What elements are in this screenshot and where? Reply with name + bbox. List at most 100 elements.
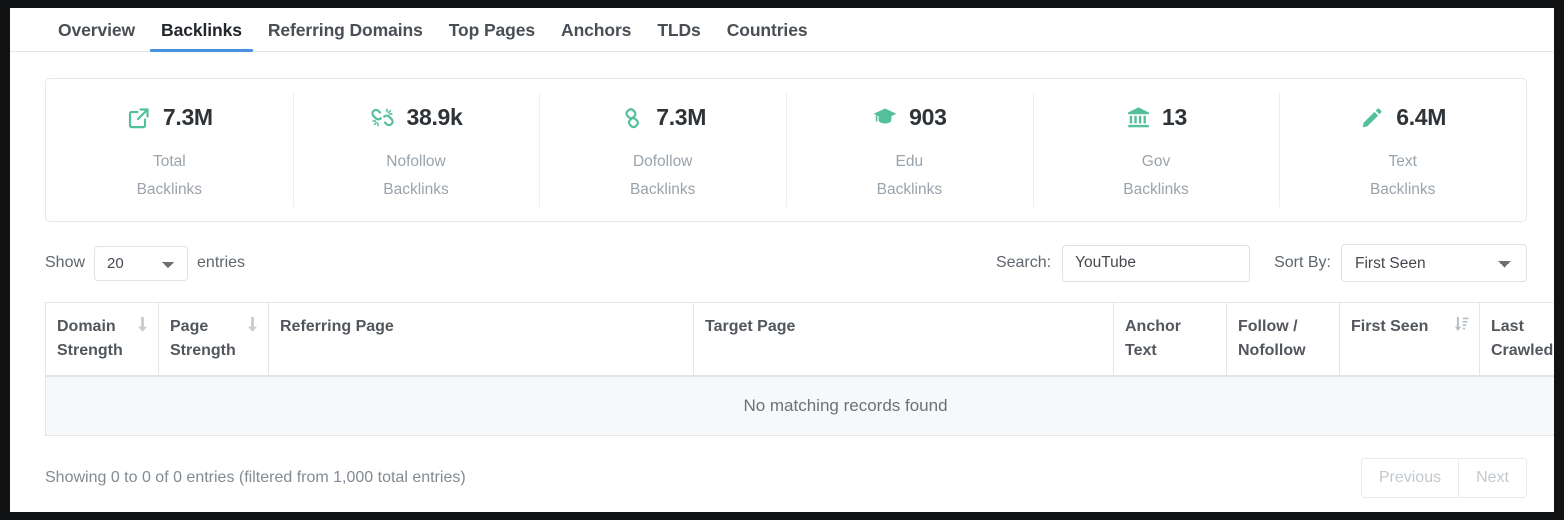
stat-value: 7.3M xyxy=(163,104,213,131)
tab-label: Backlinks xyxy=(161,20,242,40)
header-line2: Crawled xyxy=(1491,342,1553,359)
graduation-cap-icon xyxy=(872,105,898,131)
show-entries-group: Show 20 entries xyxy=(45,246,245,281)
tab-anchors[interactable]: Anchors xyxy=(548,12,644,52)
stat-top: 6.4M xyxy=(1359,101,1446,135)
tab-tlds[interactable]: TLDs xyxy=(644,12,713,52)
stat-top: 903 xyxy=(872,101,946,135)
table-controls: Show 20 entries Search: Sort By: First S… xyxy=(45,243,1527,283)
tab-label: Anchors xyxy=(561,20,631,40)
column-header-referring-page[interactable]: Referring Page xyxy=(269,303,694,377)
stat-value: 903 xyxy=(909,104,946,131)
stat-text-backlinks: 6.4M Text Backlinks xyxy=(1279,79,1526,221)
stat-top: 13 xyxy=(1125,101,1187,135)
header-line1: Page xyxy=(170,318,208,335)
column-header-domain-strength[interactable]: Domain Strength xyxy=(46,303,159,377)
table-empty-row: No matching records found xyxy=(46,376,1555,436)
report-tabs: Overview Backlinks Referring Domains Top… xyxy=(10,8,1554,52)
bank-icon xyxy=(1125,105,1151,131)
tab-label: Countries xyxy=(727,20,808,40)
stat-label: Dofollow Backlinks xyxy=(630,148,695,204)
sort-descending-icon[interactable] xyxy=(1454,317,1469,332)
header-line1: Target Page xyxy=(705,315,795,339)
column-header-target-page[interactable]: Target Page xyxy=(694,303,1114,377)
stat-label-line1: Nofollow xyxy=(386,153,445,170)
header-line1: Anchor xyxy=(1125,318,1181,335)
show-entries-select[interactable]: 20 xyxy=(94,246,188,281)
stat-label-line2: Backlinks xyxy=(1370,181,1435,198)
header-line1: First Seen xyxy=(1351,315,1428,339)
column-header-last-crawled[interactable]: Last Crawled xyxy=(1480,303,1555,377)
sort-by-label: Sort By: xyxy=(1274,254,1331,272)
column-header-anchor-text[interactable]: Anchor Text xyxy=(1114,303,1227,377)
stat-label: Text Backlinks xyxy=(1370,148,1435,204)
stat-top: 7.3M xyxy=(619,101,706,135)
tab-label: Top Pages xyxy=(449,20,535,40)
header-line1: Referring Page xyxy=(280,315,394,339)
browser-viewport-frame: Overview Backlinks Referring Domains Top… xyxy=(0,0,1564,520)
table-header-row: Domain Strength Page Stren xyxy=(46,303,1555,377)
stat-label: Edu Backlinks xyxy=(877,148,942,204)
backlinks-table-container: Domain Strength Page Stren xyxy=(45,302,1554,436)
stat-label-line1: Dofollow xyxy=(633,153,692,170)
header-line2: Strength xyxy=(170,342,236,359)
tab-label: Overview xyxy=(58,20,135,40)
showing-entries-text: Showing 0 to 0 of 0 entries (filtered fr… xyxy=(45,469,466,487)
table-body: No matching records found xyxy=(46,376,1555,436)
header-line2: Text xyxy=(1125,342,1157,359)
backlink-summary-card: 7.3M Total Backlinks 38.9k xyxy=(45,78,1527,222)
tab-overview[interactable]: Overview xyxy=(45,12,148,52)
column-header-first-seen[interactable]: First Seen xyxy=(1340,303,1480,377)
search-sort-group: Search: Sort By: First Seen xyxy=(996,244,1527,282)
sort-arrow-down-icon[interactable] xyxy=(247,317,258,332)
table-head: Domain Strength Page Stren xyxy=(46,303,1555,377)
previous-page-button[interactable]: Previous xyxy=(1362,459,1458,497)
backlinks-table: Domain Strength Page Stren xyxy=(45,302,1554,436)
sort-arrow-down-icon[interactable] xyxy=(137,317,148,332)
sort-by-select[interactable]: First Seen xyxy=(1341,244,1527,282)
tab-countries[interactable]: Countries xyxy=(714,12,821,52)
stat-label-line1: Text xyxy=(1388,153,1416,170)
stat-nofollow-backlinks: 38.9k Nofollow Backlinks xyxy=(293,79,540,221)
backlinks-page: Overview Backlinks Referring Domains Top… xyxy=(10,8,1554,512)
header-line1: Domain xyxy=(57,318,116,335)
stat-value: 38.9k xyxy=(406,104,462,131)
search-input[interactable] xyxy=(1062,245,1250,282)
tab-backlinks[interactable]: Backlinks xyxy=(148,12,255,52)
stat-top: 38.9k xyxy=(369,101,462,135)
tab-label: Referring Domains xyxy=(268,20,423,40)
external-link-icon xyxy=(126,105,152,131)
pagination: Previous Next xyxy=(1361,458,1527,498)
stat-gov-backlinks: 13 Gov Backlinks xyxy=(1033,79,1280,221)
stat-value: 7.3M xyxy=(656,104,706,131)
column-header-follow-nofollow[interactable]: Follow / Nofollow xyxy=(1227,303,1340,377)
header-line1: Follow / xyxy=(1238,318,1298,335)
stat-label-line1: Edu xyxy=(896,153,924,170)
table-footer: Showing 0 to 0 of 0 entries (filtered fr… xyxy=(45,458,1527,498)
stat-label-line1: Total xyxy=(153,153,186,170)
stat-label-line1: Gov xyxy=(1142,153,1170,170)
show-label: Show xyxy=(45,254,85,272)
stat-label: Nofollow Backlinks xyxy=(383,148,448,204)
empty-message: No matching records found xyxy=(46,376,1555,436)
stat-top: 7.3M xyxy=(126,101,213,135)
stat-total-backlinks: 7.3M Total Backlinks xyxy=(46,79,293,221)
stat-edu-backlinks: 903 Edu Backlinks xyxy=(786,79,1033,221)
column-header-page-strength[interactable]: Page Strength xyxy=(159,303,269,377)
header-line2: Nofollow xyxy=(1238,342,1306,359)
stat-dofollow-backlinks: 7.3M Dofollow Backlinks xyxy=(539,79,786,221)
header-line1: Last xyxy=(1491,318,1524,335)
entries-label: entries xyxy=(197,254,245,272)
next-page-button[interactable]: Next xyxy=(1458,459,1526,497)
broken-link-icon xyxy=(369,105,395,131)
stat-label: Total Backlinks xyxy=(137,148,202,204)
stat-label-line2: Backlinks xyxy=(877,181,942,198)
header-line2: Strength xyxy=(57,342,123,359)
stat-value: 13 xyxy=(1162,104,1187,131)
tab-referring-domains[interactable]: Referring Domains xyxy=(255,12,436,52)
chain-link-icon xyxy=(619,105,645,131)
tab-top-pages[interactable]: Top Pages xyxy=(436,12,548,52)
stat-value: 6.4M xyxy=(1396,104,1446,131)
stat-label-line2: Backlinks xyxy=(383,181,448,198)
stat-label-line2: Backlinks xyxy=(1123,181,1188,198)
